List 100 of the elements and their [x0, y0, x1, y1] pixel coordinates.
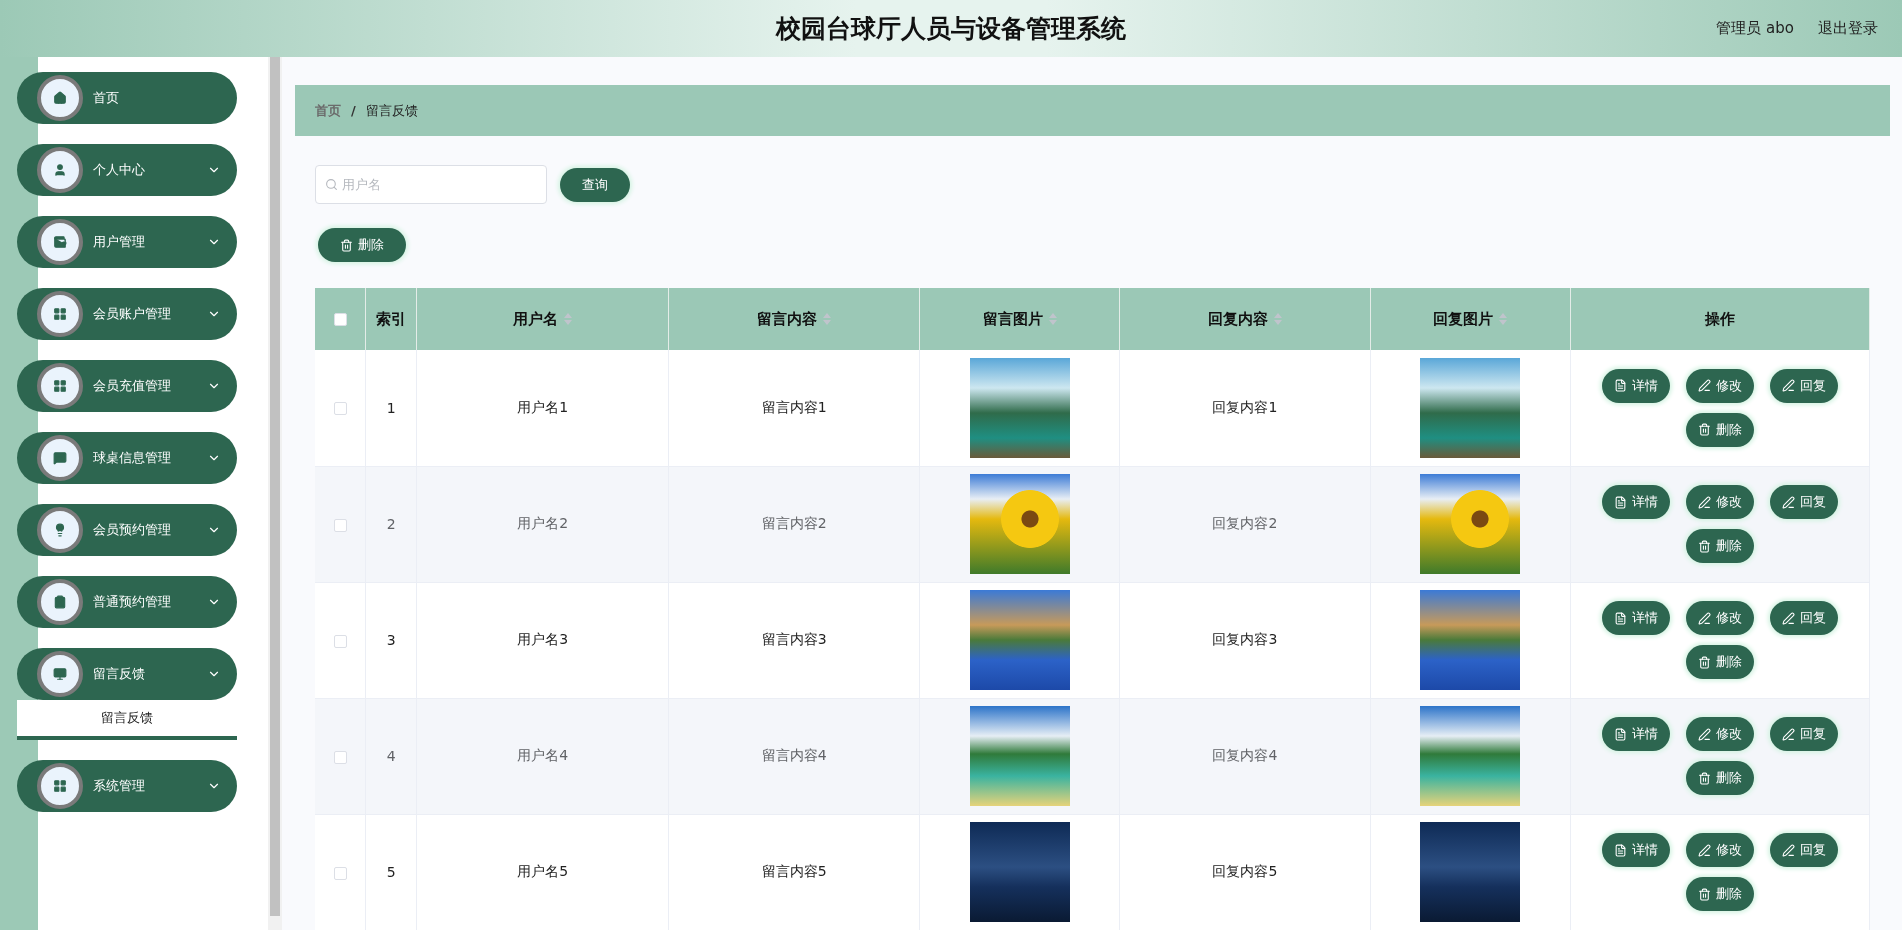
pencil-icon	[1697, 611, 1711, 625]
sidebar-menu-item[interactable]: 普通预约管理	[17, 576, 237, 628]
table-cell: 3	[386, 632, 396, 648]
search-button[interactable]: 查询	[560, 167, 630, 202]
column-header: 操作	[1704, 309, 1735, 328]
monitor-icon	[37, 651, 83, 697]
search-icon	[325, 178, 338, 191]
table-cell: 用户名4	[517, 747, 569, 763]
admin-name: 管理员 abo	[1716, 19, 1794, 38]
table-cell: 留言内容1	[761, 398, 827, 415]
action-button[interactable]: 修改	[1685, 833, 1754, 867]
document-icon	[1613, 727, 1627, 741]
action-button[interactable]: 修改	[1685, 485, 1754, 519]
delete-button[interactable]: 删除	[318, 228, 406, 262]
checkbox[interactable]	[333, 518, 347, 532]
table-cell: 留言内容4	[761, 747, 827, 763]
pencil-icon	[1697, 495, 1711, 509]
breadcrumb-separator: /	[351, 103, 356, 118]
checkbox[interactable]	[333, 634, 347, 648]
action-button[interactable]: 回复	[1769, 485, 1838, 519]
table-cell: 回复内容5	[1212, 863, 1278, 879]
grid-icon	[37, 363, 83, 409]
column-header: 回复图片	[1433, 309, 1494, 328]
action-button[interactable]: 删除	[1685, 761, 1754, 795]
action-button[interactable]: 删除	[1685, 877, 1754, 911]
table-cell: 回复内容3	[1212, 631, 1278, 647]
sidebar-menu-item[interactable]: 个人中心	[17, 144, 237, 196]
table-cell: 留言内容2	[761, 515, 827, 531]
bulb-icon	[37, 507, 83, 553]
checkbox[interactable]	[333, 750, 347, 764]
breadcrumb-item: 留言反馈	[365, 101, 418, 120]
trash-icon	[340, 238, 353, 252]
table-cell: 用户名1	[517, 398, 569, 415]
table-cell: 1	[386, 399, 396, 416]
action-button[interactable]: 删除	[1685, 529, 1754, 563]
action-button[interactable]: 回复	[1769, 601, 1838, 635]
action-button[interactable]: 删除	[1685, 412, 1754, 447]
logout-link[interactable]: 退出登录	[1818, 19, 1878, 38]
user-icon	[37, 147, 83, 193]
sort-icon[interactable]	[1499, 313, 1508, 325]
checkbox[interactable]	[333, 402, 347, 416]
chat-bubble-icon	[37, 435, 83, 481]
action-button[interactable]: 详情	[1601, 833, 1670, 867]
pencil-icon	[1697, 843, 1711, 857]
action-button[interactable]: 修改	[1685, 717, 1754, 751]
sidebar-menu-item[interactable]: 留言反馈	[17, 648, 237, 700]
action-button[interactable]: 详情	[1601, 485, 1670, 519]
action-button[interactable]: 回复	[1769, 368, 1838, 403]
table-cell: 留言内容5	[761, 863, 827, 879]
app-title: 校园台球厅人员与设备管理系统	[774, 13, 1128, 45]
search-field[interactable]: 用户名	[315, 165, 547, 204]
action-button[interactable]: 详情	[1601, 368, 1670, 403]
table-cell: 回复内容1	[1212, 398, 1278, 415]
pencil-icon	[1697, 727, 1711, 741]
sort-icon[interactable]	[564, 313, 573, 325]
sidebar-menu-item[interactable]: 会员充值管理	[17, 360, 237, 412]
column-header: 用户名	[513, 309, 559, 328]
action-button[interactable]: 详情	[1601, 717, 1670, 751]
action-button[interactable]: 修改	[1685, 601, 1754, 635]
document-icon	[1613, 843, 1627, 857]
table-cell: 留言内容3	[761, 631, 827, 647]
sidebar-menu-item[interactable]: 系统管理	[17, 760, 237, 812]
action-button[interactable]: 详情	[1601, 601, 1670, 635]
trash-icon	[1697, 423, 1711, 437]
pencil-icon	[1697, 379, 1711, 393]
pencil-icon	[1781, 379, 1795, 393]
pencil-icon	[1781, 495, 1795, 509]
action-button[interactable]: 修改	[1685, 368, 1754, 403]
sidebar-menu-item[interactable]: 球桌信息管理	[17, 432, 237, 484]
sort-icon[interactable]	[1048, 313, 1057, 325]
checkbox[interactable]	[333, 866, 347, 880]
sidebar-menu-item[interactable]: 会员账户管理	[17, 288, 237, 340]
checkbox[interactable]	[333, 313, 347, 326]
clipboard-icon	[37, 579, 83, 625]
wallet-icon	[37, 219, 83, 265]
pencil-icon	[1781, 611, 1795, 625]
table-cell: 5	[386, 864, 396, 880]
sidebar-menu-item[interactable]: 首页	[17, 72, 237, 124]
sort-icon[interactable]	[823, 313, 832, 325]
trash-icon	[1697, 539, 1711, 553]
action-button[interactable]: 回复	[1769, 833, 1838, 867]
grid-icon	[37, 763, 83, 809]
table-cell: 用户名3	[517, 631, 569, 647]
document-icon	[1613, 379, 1627, 393]
table-cell: 回复内容2	[1212, 515, 1278, 531]
sidebar-submenu-item[interactable]: 留言反馈	[17, 700, 237, 740]
trash-icon	[1697, 655, 1711, 669]
action-button[interactable]: 回复	[1769, 717, 1838, 751]
sort-icon[interactable]	[1273, 313, 1282, 325]
action-button[interactable]: 删除	[1685, 645, 1754, 679]
scrollbar[interactable]	[268, 57, 282, 930]
table-cell: 回复内容4	[1212, 747, 1278, 763]
trash-icon	[1697, 771, 1711, 785]
column-header: 索引	[376, 309, 407, 328]
table-cell: 4	[386, 748, 396, 764]
table-cell: 用户名2	[517, 515, 569, 531]
document-icon	[1613, 495, 1627, 509]
trash-icon	[1697, 887, 1711, 901]
sidebar-menu-item[interactable]: 会员预约管理	[17, 504, 237, 556]
sidebar-menu-item[interactable]: 用户管理	[17, 216, 237, 268]
